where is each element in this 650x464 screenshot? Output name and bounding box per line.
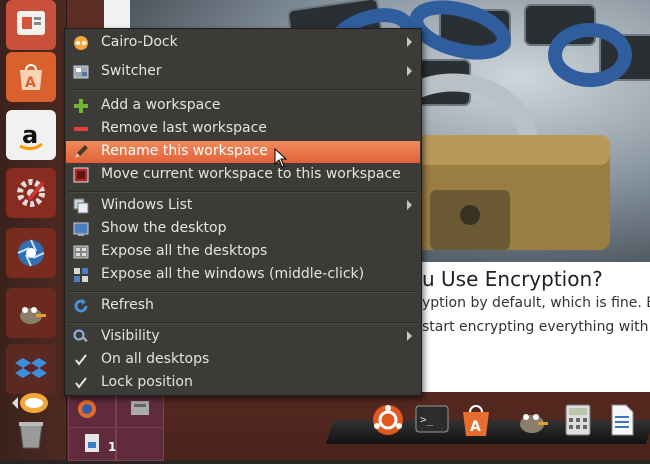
submenu-arrow-icon: [407, 37, 412, 47]
menu-separator: [69, 291, 417, 293]
menu-item-label: Expose all the windows (middle-click): [101, 266, 365, 282]
menu-item-refresh[interactable]: Refresh: [66, 295, 420, 317]
launcher: A a: [0, 0, 67, 460]
presentation-icon[interactable]: [6, 0, 56, 50]
switcher-icon: [73, 64, 89, 80]
menu-item-label: Visibility: [101, 328, 160, 344]
menu-item-label: Cairo-Dock: [101, 34, 178, 50]
menu-item-expose-desktops[interactable]: Expose all the desktops: [66, 241, 420, 263]
writer-icon[interactable]: [600, 398, 644, 442]
menu-item-expose-windows[interactable]: Expose all the windows (middle-click): [66, 264, 420, 286]
svg-text:>_: >_: [420, 413, 434, 426]
menu-item-label: On all desktops: [101, 351, 210, 367]
pencil-icon: [73, 144, 89, 160]
menu-separator: [69, 322, 417, 324]
article-text-line: yption by default, which is fine. Bu: [422, 295, 650, 311]
window-edge: [104, 0, 130, 28]
menu-item-cairo-dock[interactable]: Cairo-Dock: [66, 32, 420, 54]
software-center-icon[interactable]: A: [6, 52, 56, 102]
menu-item-label: Refresh: [101, 297, 154, 313]
mouse-cursor-icon: [274, 147, 288, 172]
submenu-arrow-icon: [407, 200, 412, 210]
cairo-dock-icon: [73, 35, 89, 51]
visibility-icon: [73, 329, 89, 345]
amazon-icon[interactable]: a: [6, 110, 56, 160]
workspace-2[interactable]: [116, 394, 164, 428]
move-workspace-icon: [73, 167, 89, 183]
menu-item-label: Lock position: [101, 374, 193, 390]
article-title: u Use Encryption?: [422, 267, 603, 291]
software-center-dock-icon[interactable]: A: [454, 398, 498, 442]
submenu-arrow-icon: [407, 331, 412, 341]
ubuntu-icon[interactable]: [366, 398, 410, 442]
gimp-icon[interactable]: [6, 288, 56, 338]
menu-item-lock-position[interactable]: Lock position: [66, 372, 420, 394]
menu-item-label: Remove last workspace: [101, 120, 267, 136]
menu-item-move-workspace[interactable]: Move current workspace to this workspace: [66, 164, 420, 186]
check-icon: [73, 352, 89, 368]
minus-icon: [73, 121, 89, 137]
menu-item-show-desktop[interactable]: Show the desktop: [66, 218, 420, 240]
context-menu: Cairo-Dock Switcher Add a workspace Remo…: [64, 28, 422, 396]
svg-text:A: A: [25, 75, 36, 91]
shutter-icon[interactable]: [6, 228, 56, 278]
calculator-icon[interactable]: [556, 398, 600, 442]
article-text-line: start encrypting everything with th: [422, 319, 650, 335]
menu-separator: [69, 191, 417, 193]
workspace-number: 1: [108, 440, 117, 454]
submenu-arrow-icon: [407, 66, 412, 76]
system-settings-icon[interactable]: [6, 168, 56, 218]
menu-item-label: Windows List: [101, 197, 193, 213]
plus-icon: [73, 98, 89, 114]
menu-item-label: Rename this workspace: [101, 143, 268, 159]
expose-windows-icon: [73, 267, 89, 283]
menu-item-label: Show the desktop: [101, 220, 227, 236]
menu-item-label: Expose all the desktops: [101, 243, 268, 259]
menu-item-switcher[interactable]: Switcher: [66, 61, 420, 83]
menu-item-windows-list[interactable]: Windows List: [66, 195, 420, 217]
show-desktop-icon: [73, 221, 89, 237]
menu-item-visibility[interactable]: Visibility: [66, 326, 420, 348]
expose-desktops-icon: [73, 244, 89, 260]
menu-item-label: Switcher: [101, 63, 162, 79]
menu-item-add-workspace[interactable]: Add a workspace: [66, 95, 420, 117]
menu-item-on-all-desktops[interactable]: On all desktops: [66, 349, 420, 371]
menu-item-rename-workspace[interactable]: Rename this workspace: [66, 141, 420, 163]
check-icon: [73, 375, 89, 391]
svg-text:a: a: [22, 121, 38, 149]
menu-item-label: Move current workspace to this workspace: [101, 166, 401, 182]
workspace-1[interactable]: [68, 394, 116, 428]
menu-item-remove-workspace[interactable]: Remove last workspace: [66, 118, 420, 140]
workspace-4[interactable]: [116, 427, 164, 461]
trash-icon[interactable]: [6, 410, 56, 460]
gimp-dock-icon[interactable]: [510, 398, 554, 442]
menu-separator: [69, 89, 417, 91]
terminal-icon[interactable]: >_: [410, 398, 454, 442]
refresh-icon: [73, 298, 89, 314]
svg-text:A: A: [470, 419, 481, 435]
menu-item-label: Add a workspace: [101, 97, 221, 113]
windows-list-icon: [73, 198, 89, 214]
